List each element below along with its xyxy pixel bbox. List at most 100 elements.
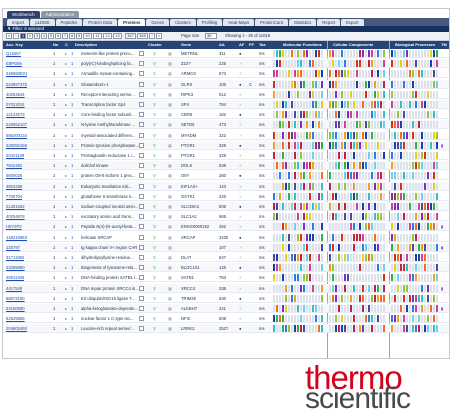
col-count[interactable]: C bbox=[65, 41, 68, 49]
cluster-icon[interactable]: ⚲ bbox=[153, 90, 156, 99]
table-row[interactable]: 5605026 1 ▸ 1 protein O9-9 isoform 1 prec...… bbox=[3, 171, 449, 181]
table-row[interactable]: 4803499 1 ▸ 1 Eukaryotic translation initi..… bbox=[3, 181, 449, 191]
cluster-grid-icon[interactable]: ▦ bbox=[168, 243, 172, 252]
row-expand-icon[interactable]: ▸ bbox=[65, 222, 67, 231]
row-count-link[interactable]: 1 bbox=[71, 120, 73, 129]
row-count-link[interactable]: 1 bbox=[71, 253, 73, 262]
row-expand-icon[interactable]: ▸ bbox=[65, 233, 67, 242]
cluster-icon[interactable]: ⚲ bbox=[153, 171, 156, 180]
row-expand-icon[interactable]: ▸ bbox=[65, 161, 67, 170]
row-checkbox[interactable] bbox=[139, 122, 144, 128]
cluster-grid-icon[interactable]: ▦ bbox=[168, 263, 172, 272]
page-button[interactable]: 9 bbox=[76, 33, 82, 39]
cluster-grid-icon[interactable]: ▦ bbox=[168, 80, 172, 89]
accession-link[interactable]: 4417549 bbox=[6, 284, 22, 293]
row-expand-icon[interactable]: ▸ bbox=[65, 263, 67, 272]
row-checkbox[interactable] bbox=[139, 112, 144, 118]
page-size-input[interactable]: 30 bbox=[205, 33, 217, 39]
page-button[interactable]: 5 bbox=[48, 33, 54, 39]
row-expand-icon[interactable]: ▸ bbox=[65, 253, 67, 262]
cluster-icon[interactable]: ⚲ bbox=[153, 110, 156, 119]
table-row[interactable]: 20421109 1 ▸ 1 Prostaglandin reductase 1 i..… bbox=[3, 151, 449, 160]
row-expand-icon[interactable]: ▸ bbox=[65, 141, 67, 150]
accession-link[interactable]: 226552107 bbox=[6, 120, 27, 129]
row-checkbox[interactable] bbox=[139, 204, 144, 209]
row-checkbox[interactable] bbox=[139, 244, 144, 250]
next-page-button[interactable]: › bbox=[149, 33, 155, 39]
row-expand-icon[interactable]: ▸ bbox=[65, 294, 67, 303]
accession-link[interactable]: 7842462 bbox=[6, 161, 22, 170]
row-expand-icon[interactable]: ▸ bbox=[65, 151, 67, 160]
cluster-grid-icon[interactable]: ▦ bbox=[168, 294, 172, 303]
table-row[interactable]: 12124073 1 ▸ 1 Core-binding factor subunit..… bbox=[3, 110, 449, 120]
col-tax[interactable]: Tax bbox=[259, 41, 266, 49]
row-count-link[interactable]: 1 bbox=[71, 100, 73, 109]
row-checkbox[interactable] bbox=[139, 306, 144, 311]
row-count-link[interactable]: 1 bbox=[71, 222, 73, 231]
accession-link[interactable]: 88072190 bbox=[6, 294, 25, 303]
cluster-icon[interactable]: ⚲ bbox=[153, 192, 156, 201]
cluster-grid-icon[interactable]: ▦ bbox=[168, 161, 172, 170]
page-button[interactable]: 10 bbox=[83, 33, 92, 39]
cluster-icon[interactable]: ⚲ bbox=[153, 314, 156, 323]
row-count-link[interactable]: 1 bbox=[71, 90, 73, 99]
row-count-link[interactable]: 1 bbox=[71, 273, 73, 282]
col-af[interactable]: AF bbox=[239, 41, 244, 49]
cluster-grid-icon[interactable]: ▦ bbox=[168, 212, 172, 221]
accession-link[interactable]: Q15457 bbox=[6, 49, 21, 58]
accession-link[interactable]: 43255950 bbox=[6, 263, 25, 272]
row-count-link[interactable]: 1 bbox=[71, 202, 73, 211]
cluster-grid-icon[interactable]: ▦ bbox=[168, 202, 172, 211]
last-page-button[interactable]: » bbox=[156, 33, 162, 39]
first-page-button[interactable]: « bbox=[6, 33, 12, 39]
row-count-link[interactable]: 1 bbox=[71, 80, 73, 89]
row-count-link[interactable]: 1 bbox=[71, 131, 73, 140]
row-checkbox[interactable] bbox=[139, 326, 144, 332]
row-checkbox[interactable] bbox=[139, 132, 144, 138]
page-button[interactable]: 11 bbox=[93, 33, 102, 39]
accession-link[interactable]: 20421109 bbox=[6, 151, 24, 160]
tab-heat-maps[interactable]: Heat Maps bbox=[223, 19, 255, 26]
table-row[interactable]: 20611405 1 ▸ 1 DNA-binding protein SATB1 i..… bbox=[3, 273, 449, 283]
tab-pldms[interactable]: pLDMS bbox=[30, 19, 55, 26]
cluster-icon[interactable]: ⚲ bbox=[153, 243, 156, 252]
cluster-grid-icon[interactable]: ▦ bbox=[168, 253, 172, 262]
cluster-icon[interactable]: ⚲ bbox=[153, 151, 156, 160]
page-button[interactable]: 4 bbox=[41, 33, 47, 39]
row-expand-icon[interactable]: ▸ bbox=[65, 192, 67, 201]
table-row[interactable]: 31711992 1 ▸ 1 dihydrolipoyllysine-residue..… bbox=[3, 253, 449, 262]
table-row[interactable]: 7705704 1 ▸ 1 glutathione S-transferase k...… bbox=[3, 192, 449, 201]
row-checkbox[interactable] bbox=[139, 275, 144, 281]
tab-proteincard[interactable]: ProteinCard bbox=[255, 19, 289, 26]
row-checkbox[interactable] bbox=[139, 224, 144, 230]
accession-link[interactable]: 52525955 bbox=[6, 314, 25, 323]
table-row[interactable]: 40254678 1 ▸ 1 excitatory amino acid trans..… bbox=[3, 212, 449, 222]
row-expand-icon[interactable]: ▸ bbox=[65, 182, 67, 191]
row-expand-icon[interactable]: ▸ bbox=[65, 212, 67, 221]
cluster-grid-icon[interactable]: ▦ bbox=[168, 182, 172, 191]
cluster-grid-icon[interactable]: ▦ bbox=[168, 314, 172, 323]
row-checkbox[interactable] bbox=[139, 285, 144, 291]
page-button[interactable]: 12 bbox=[103, 33, 112, 39]
cluster-icon[interactable]: ⚲ bbox=[153, 131, 156, 140]
cluster-grid-icon[interactable]: ▦ bbox=[168, 69, 172, 78]
row-checkbox[interactable] bbox=[139, 163, 144, 169]
cluster-icon[interactable]: ⚲ bbox=[153, 161, 156, 170]
row-count-link[interactable]: 1 bbox=[71, 59, 73, 68]
page-button[interactable]: 367 bbox=[125, 33, 136, 39]
tab-workbench[interactable]: Workbench bbox=[7, 11, 40, 18]
cluster-icon[interactable]: ⚲ bbox=[153, 182, 156, 191]
row-checkbox[interactable] bbox=[139, 102, 144, 107]
row-expand-icon[interactable]: ▸ bbox=[65, 59, 67, 68]
row-checkbox[interactable] bbox=[139, 193, 144, 199]
cluster-icon[interactable]: ⚲ bbox=[153, 202, 156, 211]
table-row[interactable]: 34150080 1 ▸ 1 alpha-ketoglutarate-depende..… bbox=[3, 304, 449, 313]
row-count-link[interactable]: 1 bbox=[71, 69, 73, 78]
accession-link[interactable]: 4803499 bbox=[6, 182, 22, 191]
table-row[interactable]: Q15457 1 ▸ 1 meteorin-like protein precu... ⚲… bbox=[3, 49, 449, 58]
cluster-icon[interactable]: ⚲ bbox=[153, 233, 156, 242]
col-biological-processes[interactable]: Biological Processes bbox=[395, 41, 435, 49]
accession-link[interactable]: 125797 bbox=[6, 243, 20, 252]
cluster-grid-icon[interactable]: ▦ bbox=[168, 171, 172, 180]
row-count-link[interactable]: 1 bbox=[71, 233, 73, 242]
